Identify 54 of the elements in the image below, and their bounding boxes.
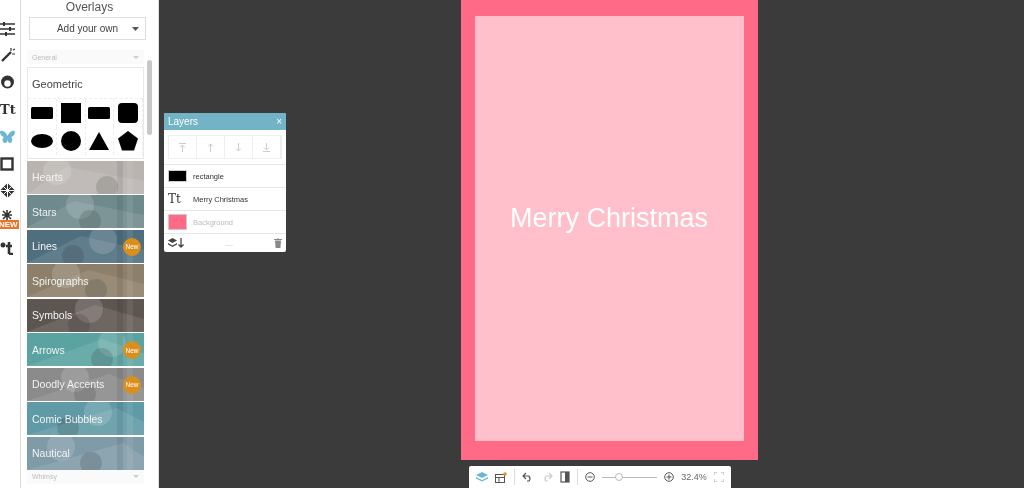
category-tile[interactable]: Spirographs [27,264,144,297]
arrow-to-bottom-icon [263,142,270,152]
geometric-card[interactable]: Geometric [27,67,144,159]
category-tile[interactable]: Hearts [27,160,144,194]
trash-icon[interactable] [274,238,282,248]
new-badge: NEW [0,219,19,229]
layers-sort-icon[interactable] [168,238,184,248]
wand-icon [0,48,15,63]
caret-icon [132,27,139,31]
frame-icon [0,156,14,171]
category-tile[interactable]: Symbols [27,298,144,332]
grid-icon[interactable] [495,471,508,483]
add-your-own-dropdown[interactable]: Add your own [29,17,146,40]
butterfly-icon [0,129,15,144]
category-label: Doodly Accents [31,378,105,390]
arrow-up-icon [207,142,214,152]
arrow-down-icon [235,142,242,152]
caret-icon [133,55,139,59]
square-shape[interactable] [59,102,82,124]
flip-icon[interactable] [560,471,571,483]
close-button[interactable]: × [276,116,282,127]
category-label: Spirographs [31,274,89,287]
snowflake-icon [0,209,14,220]
pentagon-shape[interactable] [117,130,140,152]
rounded-square-shape[interactable] [117,102,140,124]
scrollbar-thumb[interactable] [147,60,152,135]
panel-title: Overlays [65,0,114,14]
triangle-shape[interactable] [88,130,111,152]
arrow-to-top-icon [179,142,186,152]
category-tile[interactable]: Nautical [27,436,144,470]
category-label: Nautical [31,447,70,459]
category-title: Geometric [31,77,84,92]
category-label: Hearts [31,171,63,183]
category-tile[interactable]: Comic Bubbles [27,402,144,435]
category-tile[interactable]: Stars [27,195,144,228]
stamp-icon [0,240,15,255]
category-label: Stars [31,205,57,218]
category-label: Comic Bubbles [31,412,103,425]
category-label: Symbols [31,309,73,321]
zoom-in-icon[interactable] [664,472,675,482]
zoom-level: 32.4% [681,472,707,482]
sliders-icon [0,21,15,36]
canvas-text[interactable]: Merry Christmas [510,203,708,234]
category-label: Arrows [31,343,65,356]
tool-button[interactable]: Tt [0,99,17,120]
caret-icon [133,475,139,478]
text-layer-icon: Tt [168,192,187,206]
circle-shape[interactable] [59,130,82,152]
tool-button[interactable]: NEW [0,207,17,231]
category-label: Lines [31,240,58,252]
zoom-out-icon[interactable] [585,472,596,482]
tool-button[interactable] [0,180,17,201]
panel-title: Layers [168,116,198,127]
slider-thumb[interactable] [614,472,623,481]
